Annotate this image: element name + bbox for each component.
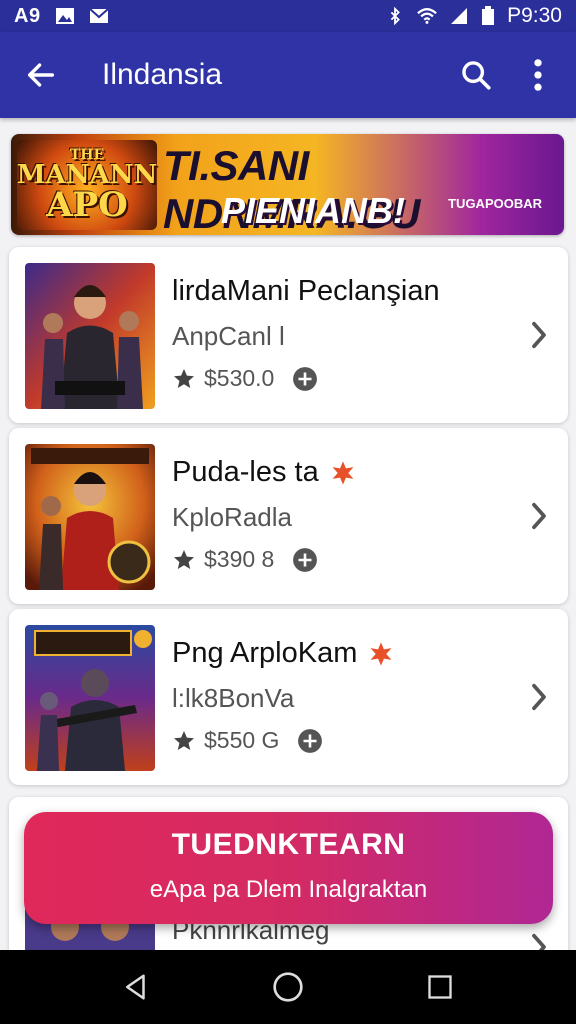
item-developer: AnpCanl l — [172, 321, 285, 351]
nav-home-button[interactable] — [258, 957, 318, 1017]
promo-banner[interactable]: THE MANANN APO TI.SANI NDNMRA.GU PIENIAN… — [11, 134, 564, 235]
battery-icon — [482, 6, 495, 25]
cta-subtitle: eApa pa Dlem Inalgraktan — [149, 876, 428, 903]
item-name: Puda-les ta — [172, 456, 319, 488]
banner-subheadline: PIENIANB! — [221, 190, 406, 231]
item-name: lirdaMani Peclanşian — [172, 275, 440, 307]
item-developer: l:lk8BonVa — [172, 683, 295, 713]
list-item[interactable]: Png ArploKam l:lk8BonVa $550 G — [9, 609, 568, 785]
star-icon — [174, 730, 194, 750]
status-bar: A9 P9:30 — [0, 0, 576, 32]
image-icon — [55, 8, 74, 24]
item-price-row: $550 G — [172, 727, 323, 754]
triangle-back-icon — [126, 974, 145, 1000]
item-price: $390 8 — [204, 546, 275, 572]
item-name-row: lirdaMani Peclanşian — [172, 275, 440, 308]
item-developer: KploRadla — [172, 502, 292, 532]
game-thumbnail — [25, 625, 155, 771]
logo-line-3: APO — [46, 185, 128, 225]
star-badge-icon — [332, 460, 354, 485]
chevron-right-icon — [532, 683, 546, 711]
chevron-button[interactable] — [524, 496, 554, 536]
search-button[interactable] — [454, 53, 498, 97]
back-arrow-icon — [27, 63, 55, 87]
back-button[interactable] — [16, 50, 66, 100]
more-vert-icon — [534, 59, 542, 91]
mail-icon — [88, 8, 109, 23]
item-price: $550 G — [204, 727, 280, 753]
square-recents-icon — [428, 975, 452, 999]
status-time: P9:30 — [507, 4, 562, 27]
nav-back-button[interactable] — [106, 957, 166, 1017]
item-name-row: Png ArploKam — [172, 637, 395, 670]
status-left-text: A9 — [14, 4, 41, 27]
circle-home-icon — [273, 972, 303, 1002]
cta-button[interactable]: TUEDNKTEARN eApa pa Dlem Inalgraktan — [24, 812, 553, 924]
star-icon — [174, 368, 194, 388]
banner-tag: TUGAPOOBAR — [448, 196, 542, 211]
star-badge-icon — [370, 641, 392, 666]
game-thumbnail — [25, 444, 155, 590]
system-navigation-bar — [0, 950, 576, 1024]
wifi-icon — [417, 8, 437, 24]
page-title: Ilndansia — [102, 58, 223, 91]
bluetooth-icon — [390, 7, 400, 25]
list-item[interactable]: Puda-les ta KploRadla $390 8 — [9, 428, 568, 604]
add-icon[interactable] — [292, 547, 318, 573]
add-icon[interactable] — [292, 366, 318, 392]
nav-recents-button[interactable] — [410, 957, 470, 1017]
cta-title: TUEDNKTEARN — [171, 828, 406, 861]
chevron-right-icon — [532, 321, 546, 349]
item-name-row: Puda-les ta — [172, 456, 357, 489]
list-item[interactable]: lirdaMani Peclanşian AnpCanl l $530.0 — [9, 247, 568, 423]
item-price: $530.0 — [204, 365, 275, 391]
banner-logo: THE MANANN APO — [17, 140, 157, 230]
more-options-button[interactable] — [516, 53, 560, 97]
app-bar: Ilndansia — [0, 32, 576, 118]
chevron-button[interactable] — [524, 315, 554, 355]
chevron-right-icon — [532, 502, 546, 530]
star-icon — [174, 549, 194, 569]
item-price-row: $390 8 — [172, 546, 318, 573]
chevron-button[interactable] — [524, 677, 554, 717]
search-icon — [462, 61, 491, 90]
item-price-row: $530.0 — [172, 365, 318, 392]
game-thumbnail — [25, 263, 155, 409]
add-icon[interactable] — [297, 728, 323, 754]
signal-icon — [451, 8, 468, 24]
item-name: Png ArploKam — [172, 637, 358, 669]
